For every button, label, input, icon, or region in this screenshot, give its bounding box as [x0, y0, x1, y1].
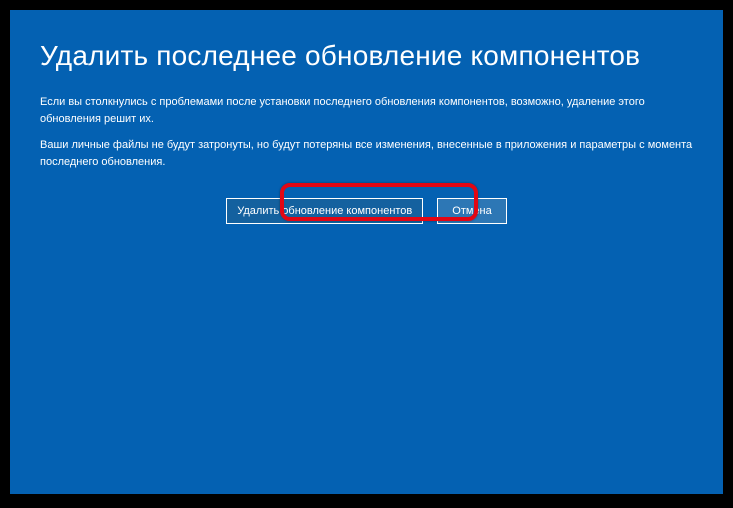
recovery-window: Удалить последнее обновление компонентов…	[10, 10, 723, 494]
uninstall-update-button[interactable]: Удалить обновление компонентов	[226, 198, 423, 224]
page-title: Удалить последнее обновление компонентов	[40, 40, 693, 72]
button-row: Удалить обновление компонентов Отмена	[40, 198, 693, 224]
cancel-button[interactable]: Отмена	[437, 198, 506, 224]
description-line-2: Ваши личные файлы не будут затронуты, но…	[40, 137, 693, 170]
description-line-1: Если вы столкнулись с проблемами после у…	[40, 94, 693, 127]
